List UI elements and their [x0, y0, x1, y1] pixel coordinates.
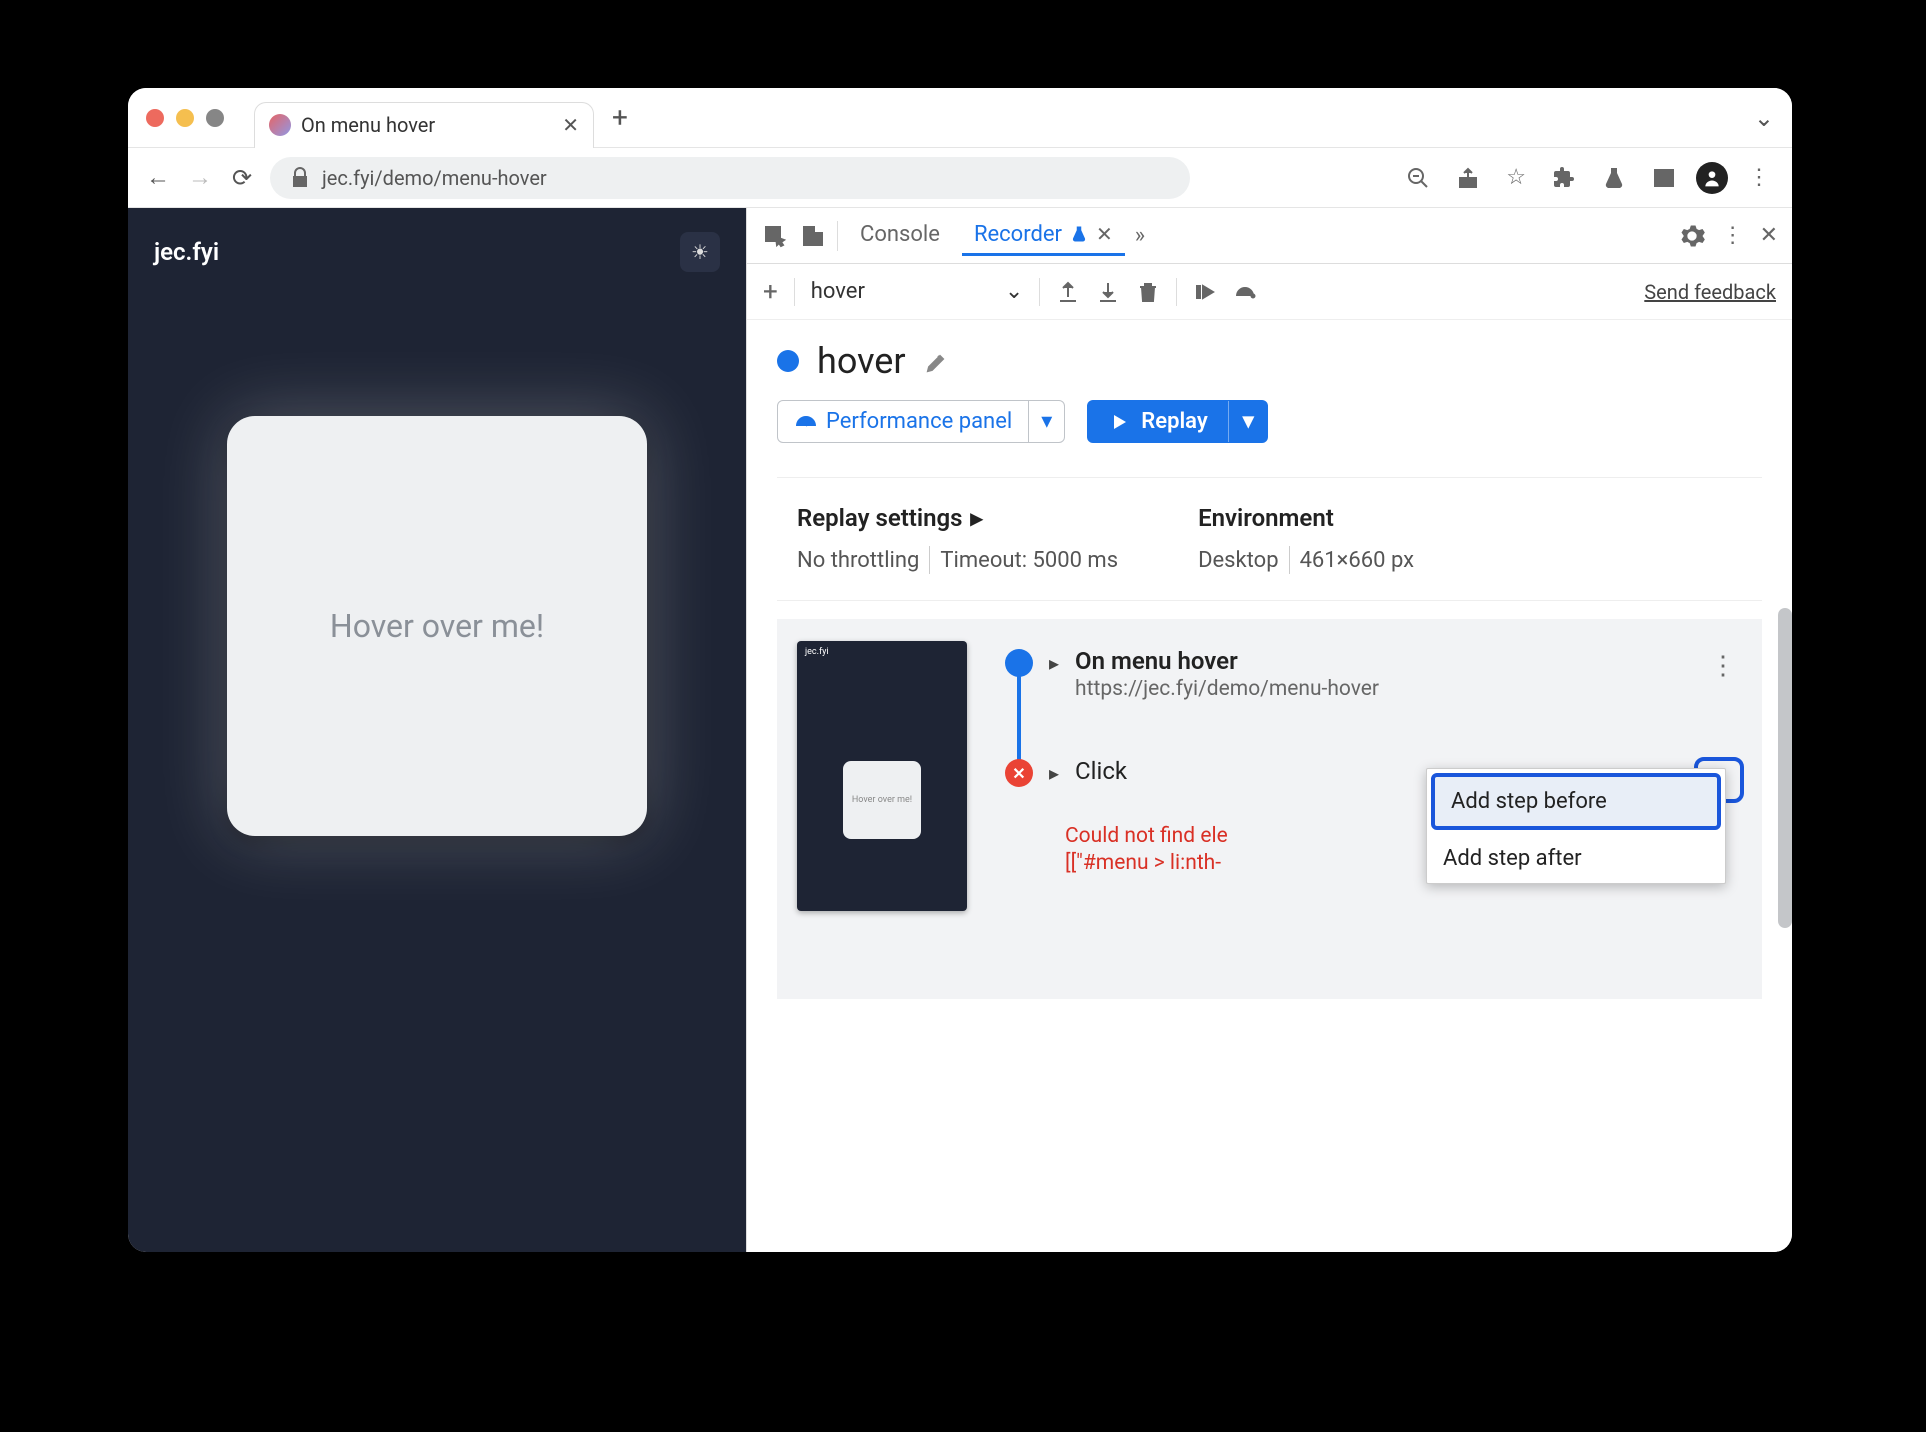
step-subtitle: https://jec.fyi/demo/menu-hover [1075, 677, 1379, 701]
replay-settings-section[interactable]: Replay settings ▸ No throttling Timeout:… [797, 504, 1118, 574]
browser-menu-icon[interactable]: ⋮ [1742, 165, 1776, 190]
replay-button[interactable]: Replay ▾ [1087, 400, 1268, 443]
thumbnail-card: Hover over me! [843, 761, 921, 839]
chevron-down-icon: ⌄ [1005, 279, 1023, 304]
extensions-icon[interactable] [1546, 165, 1582, 190]
settings-grid: Replay settings ▸ No throttling Timeout:… [777, 477, 1762, 601]
reload-icon[interactable]: ⟳ [228, 164, 256, 192]
tab-strip: On menu hover ✕ + ⌄ [128, 88, 1792, 148]
perf-dropdown-icon[interactable]: ▾ [1028, 401, 1064, 442]
profile-avatar-icon[interactable] [1696, 162, 1728, 194]
favicon-icon [269, 114, 291, 136]
tabs-menu-icon[interactable]: ⌄ [1754, 104, 1774, 132]
performance-panel-button[interactable]: Performance panel ▾ [777, 400, 1065, 443]
devtools-menu-icon[interactable]: ⋮ [1722, 223, 1744, 248]
page-header: jec.fyi ☀ [128, 208, 746, 296]
step-error-icon: ✕ [1005, 759, 1033, 787]
devtools-tab-bar: Console Recorder ✕ » ⋮ ✕ [747, 208, 1792, 264]
devtools-panel: Console Recorder ✕ » ⋮ ✕ + [746, 208, 1792, 1252]
hover-card[interactable]: Hover over me! [227, 416, 647, 836]
step-title: On menu hover [1075, 647, 1379, 675]
new-recording-icon[interactable]: + [763, 277, 778, 307]
recorder-toolbar: + hover ⌄ [747, 264, 1792, 320]
step-title: Click [1075, 757, 1127, 785]
sidepanel-icon[interactable] [1646, 165, 1682, 190]
url-text: jec.fyi/demo/menu-hover [322, 166, 547, 190]
devtools-close-icon[interactable]: ✕ [1760, 223, 1778, 248]
steps-column: ▸ On menu hover https://jec.fyi/demo/men… [1005, 639, 1744, 878]
close-tab-icon[interactable]: ✕ [562, 113, 579, 137]
browser-window: On menu hover ✕ + ⌄ ← → ⟳ jec.fyi/demo/m… [128, 88, 1792, 1252]
steps-area: jec.fyi Hover over me! ▸ On menu hover h… [777, 619, 1762, 999]
send-feedback-link[interactable]: Send feedback [1644, 280, 1776, 304]
chevron-right-icon[interactable]: ▸ [1049, 761, 1059, 785]
menu-add-step-after[interactable]: Add step after [1427, 834, 1725, 883]
lock-icon [288, 166, 312, 190]
more-tabs-icon[interactable]: » [1135, 223, 1145, 248]
step-over-icon[interactable] [1193, 279, 1217, 304]
step-menu-icon[interactable]: ⋮ [1702, 647, 1744, 685]
environment-section: Environment Desktop 461×660 px [1198, 504, 1414, 574]
address-bar[interactable]: jec.fyi/demo/menu-hover [270, 157, 1190, 199]
env-viewport: 461×660 px [1300, 548, 1415, 573]
screenshot-thumbnail[interactable]: jec.fyi Hover over me! [797, 641, 967, 911]
step-bullet-icon [1005, 649, 1033, 677]
recording-title: hover [817, 340, 906, 382]
tab-console[interactable]: Console [848, 216, 952, 256]
maximize-window-icon[interactable] [206, 109, 224, 127]
step-row-1[interactable]: ▸ On menu hover https://jec.fyi/demo/men… [1005, 639, 1744, 709]
share-icon[interactable] [1450, 165, 1486, 190]
theme-toggle-icon[interactable]: ☀ [680, 232, 720, 272]
recorder-body: hover Performance panel ▾ [747, 320, 1792, 1019]
device-toolbar-icon[interactable] [799, 223, 827, 248]
browser-toolbar: ← → ⟳ jec.fyi/demo/menu-hover ☆ ⋮ [128, 148, 1792, 208]
recording-title-row: hover [777, 340, 1762, 382]
import-icon[interactable] [1096, 279, 1120, 304]
recording-indicator-icon [777, 350, 799, 372]
menu-add-step-before[interactable]: Add step before [1431, 773, 1721, 830]
page-viewport: jec.fyi ☀ Hover over me! [128, 208, 746, 1252]
content-split: jec.fyi ☀ Hover over me! Console [128, 208, 1792, 1252]
env-device: Desktop [1198, 548, 1279, 573]
action-buttons-row: Performance panel ▾ Replay ▾ [777, 400, 1762, 443]
forward-icon[interactable]: → [186, 163, 214, 192]
close-window-icon[interactable] [146, 109, 164, 127]
throttling-value: No throttling [797, 548, 919, 573]
slow-replay-icon[interactable] [1233, 279, 1257, 304]
new-tab-button[interactable]: + [600, 101, 640, 134]
inspect-element-icon[interactable] [761, 223, 789, 248]
window-controls [146, 109, 224, 127]
devtools-settings-icon[interactable] [1678, 222, 1706, 250]
edit-title-icon[interactable] [924, 347, 948, 375]
bookmark-star-icon[interactable]: ☆ [1500, 165, 1532, 190]
tab-recorder[interactable]: Recorder ✕ [962, 216, 1125, 256]
back-icon[interactable]: ← [144, 163, 172, 192]
labs-icon[interactable] [1596, 165, 1632, 190]
timeout-value: Timeout: 5000 ms [940, 548, 1118, 573]
close-recorder-tab-icon[interactable]: ✕ [1096, 222, 1113, 246]
chevron-right-icon[interactable]: ▸ [1049, 651, 1059, 675]
chevron-right-icon: ▸ [971, 504, 983, 532]
step-context-menu: Add step before Add step after [1426, 768, 1726, 884]
recording-selector[interactable]: hover ⌄ [811, 279, 1024, 304]
delete-icon[interactable] [1136, 279, 1160, 304]
hover-card-text: Hover over me! [330, 607, 544, 645]
site-brand: jec.fyi [154, 238, 219, 266]
tab-title: On menu hover [301, 113, 552, 137]
export-icon[interactable] [1056, 279, 1080, 304]
zoom-icon[interactable] [1400, 165, 1436, 190]
minimize-window-icon[interactable] [176, 109, 194, 127]
replay-dropdown-icon[interactable]: ▾ [1228, 401, 1268, 442]
browser-tab[interactable]: On menu hover ✕ [254, 102, 594, 148]
